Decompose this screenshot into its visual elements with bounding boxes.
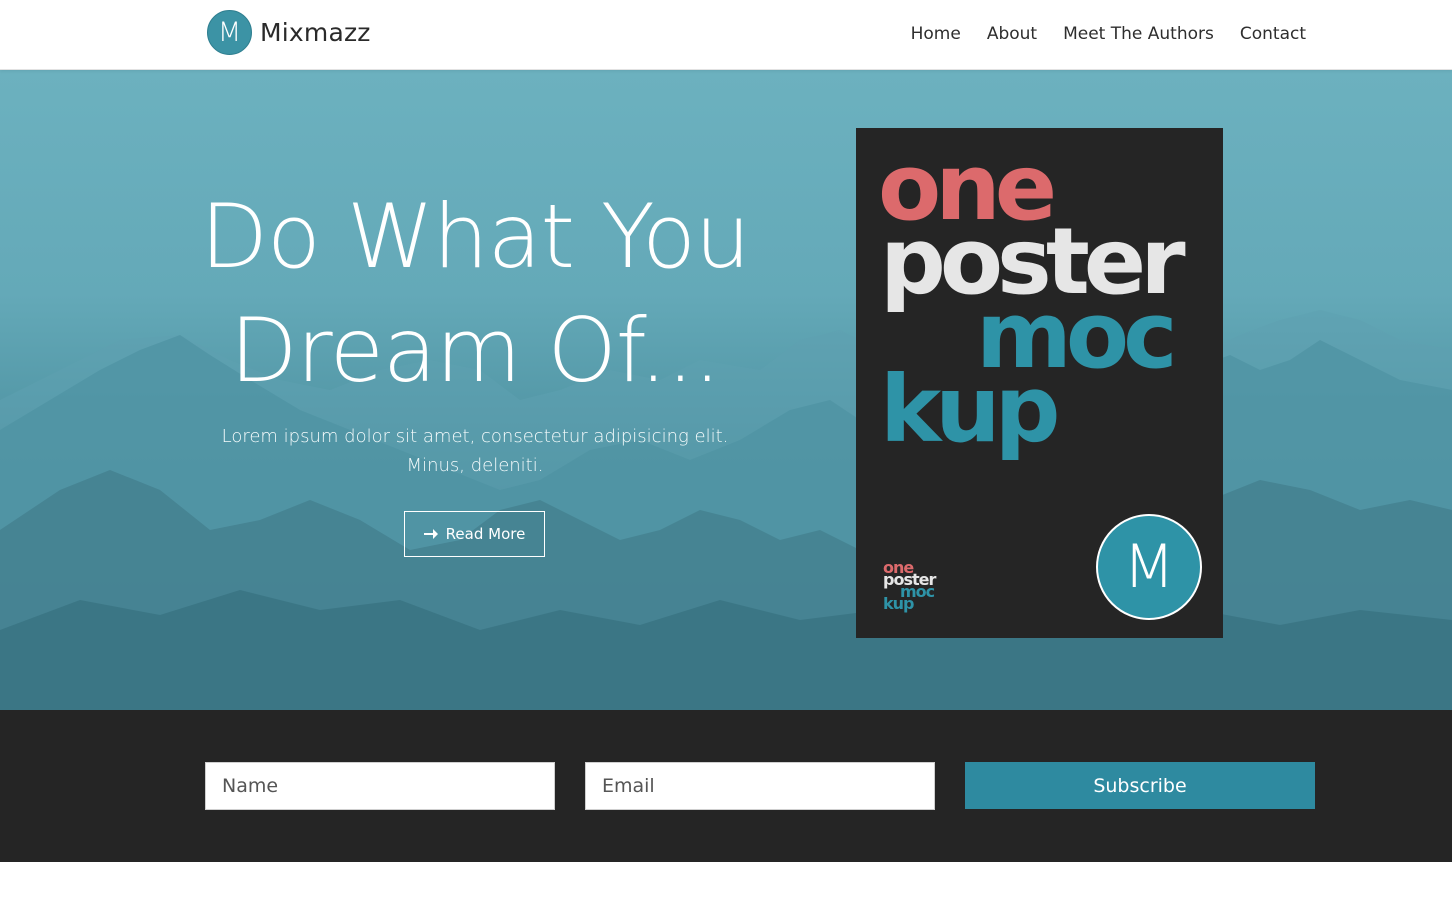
poster-mockup-image: one poster moc kup one poster moc kup M (856, 128, 1223, 638)
navbar: M Mixmazz Home About Meet The Authors Co… (0, 0, 1452, 70)
read-more-button[interactable]: Read More (404, 511, 545, 557)
poster-logo: M (1096, 514, 1202, 620)
brand-name: Mixmazz (260, 17, 371, 47)
poster-small-kup: kup (883, 594, 915, 613)
hero-description: Lorem ipsum dolor sit amet, consectetur … (221, 426, 729, 476)
nav-link-contact[interactable]: Contact (1240, 24, 1306, 44)
subscribe-button[interactable]: Subscribe (965, 762, 1315, 809)
nav-link-about[interactable]: About (987, 24, 1037, 44)
brand-logo: M (207, 9, 252, 55)
hero-section: Do What You Dream Of... Lorem ipsum dolo… (0, 70, 1452, 710)
subscribe-section: Subscribe (0, 710, 1452, 862)
email-input[interactable] (585, 762, 935, 810)
hero-title-line1: Do What You (200, 185, 750, 288)
nav-link-home[interactable]: Home (911, 24, 961, 44)
brand-link[interactable]: M Mixmazz (207, 9, 371, 55)
hero-title-line2: Dream Of... (229, 299, 722, 402)
arrow-right-icon (423, 528, 438, 540)
page-footer-area (0, 862, 1452, 900)
nav-link-meet-the-authors[interactable]: Meet The Authors (1063, 24, 1214, 44)
main-nav: Home About Meet The Authors Contact (885, 0, 1306, 68)
poster-word-kup: kup (880, 356, 1061, 463)
name-input[interactable] (205, 762, 555, 810)
hero-title: Do What You Dream Of... (175, 180, 775, 408)
read-more-label: Read More (445, 525, 526, 543)
